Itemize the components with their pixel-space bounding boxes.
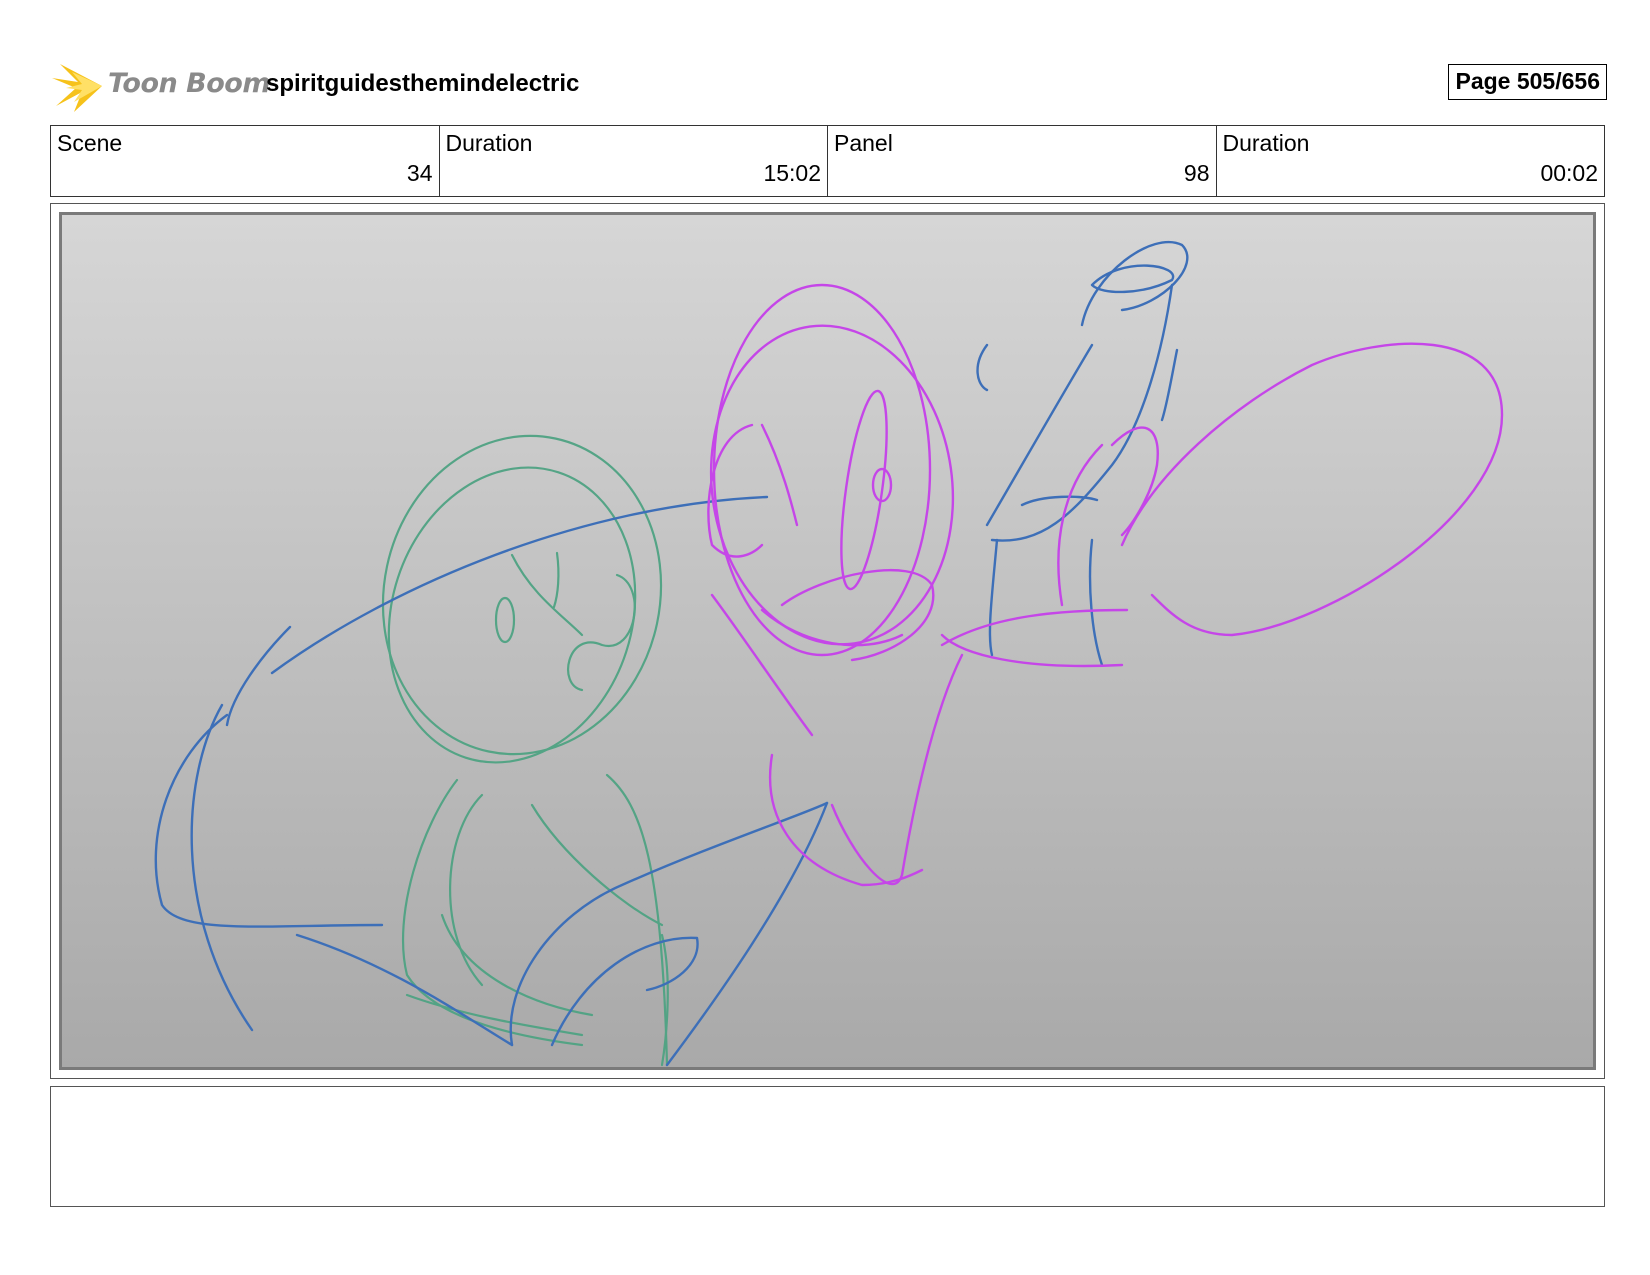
panel-sketch-image xyxy=(59,212,1596,1070)
panel-cell: Panel 98 xyxy=(828,126,1217,196)
panel-value: 98 xyxy=(1183,160,1210,186)
green-character-sketch xyxy=(381,434,669,1067)
scene-info-table: Scene 34 Duration 15:02 Panel 98 Duratio… xyxy=(50,125,1605,197)
panel-frame xyxy=(50,203,1605,1079)
panel-duration-cell: Duration 00:02 xyxy=(1217,126,1605,196)
scene-value: 34 xyxy=(406,160,433,186)
blue-character-sketch xyxy=(154,240,1189,1067)
storyboard-header: Toon Boom spiritguidesthemindelectric Pa… xyxy=(52,52,1607,114)
toon-boom-logo: Toon Boom xyxy=(52,52,270,114)
panel-notes-box xyxy=(50,1086,1605,1207)
scene-duration-cell: Duration 15:02 xyxy=(440,126,828,196)
panel-duration-label: Duration xyxy=(1222,130,1310,156)
sketch-drawing xyxy=(154,240,1504,1067)
project-title: spiritguidesthemindelectric xyxy=(266,70,580,97)
panel-duration-value: 00:02 xyxy=(1540,160,1598,186)
scene-cell: Scene 34 xyxy=(51,126,440,196)
logo-text: Toon Boom xyxy=(108,68,270,99)
scene-label: Scene xyxy=(57,130,123,156)
magenta-character-sketch xyxy=(707,283,1504,887)
scene-duration-value: 15:02 xyxy=(763,160,821,186)
page-indicator: Page 505/656 xyxy=(1448,64,1607,100)
panel-label: Panel xyxy=(834,130,893,156)
scene-duration-label: Duration xyxy=(445,130,533,156)
starburst-icon xyxy=(52,64,102,112)
